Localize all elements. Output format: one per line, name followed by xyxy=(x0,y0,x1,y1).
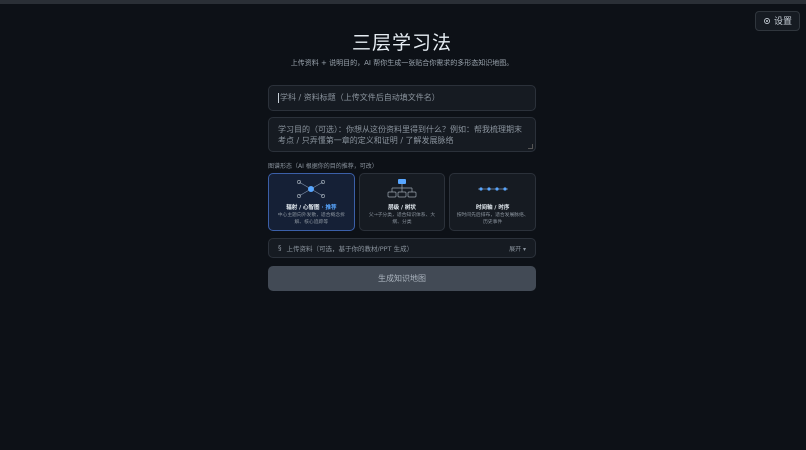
radial-map-icon xyxy=(297,180,326,198)
top-bar xyxy=(0,0,806,4)
card-tree-title: 层级 / 树状 xyxy=(388,205,416,211)
settings-button[interactable]: 设置 xyxy=(754,11,800,31)
title-input[interactable]: 学科 / 资料标题（上传文件后自动填文件名） xyxy=(268,85,536,111)
expand-toggle[interactable]: 展开 ▾ xyxy=(509,244,526,253)
card-timeline[interactable]: 时间轴 / 时序 按时间先后排布，适合发展脉络、历史事件 xyxy=(449,173,537,231)
purpose-textarea[interactable]: 学习目的（可选）：你想从这份资料里得到什么？例如：帮我梳理期末考点 / 只弄懂第… xyxy=(268,117,536,152)
tree-map-icon xyxy=(387,179,417,198)
page-subtitle: 上传资料 + 说明目的，AI 帮你生成一张贴合你需求的多形态知识地图。 xyxy=(290,59,514,67)
gear-icon xyxy=(764,18,770,24)
resize-handle[interactable] xyxy=(528,144,533,149)
card-radial-title: 辐射 / 心智图 · 推荐 xyxy=(286,205,337,211)
card-tree-desc: 父→子分类，适合知识体系、大纲、分类 xyxy=(368,213,436,225)
map-form-label: 图谱形态（AI 根据你的目的推荐，可改） xyxy=(268,163,378,170)
card-radial[interactable]: 辐射 / 心智图 · 推荐 中心主题向外发散，适合概念拆解、核心追踪等 xyxy=(268,173,355,231)
page-title: 三层学习法 xyxy=(351,32,452,54)
purpose-placeholder: 学习目的（可选）：你想从这份资料里得到什么？例如：帮我梳理期末考点 / 只弄懂第… xyxy=(278,125,522,145)
upload-toggle[interactable]: § 上传资料（可选，基于你的教材/PPT 生成） 展开 ▾ xyxy=(268,238,536,258)
card-timeline-desc: 按时间先后排布，适合发展脉络、历史事件 xyxy=(456,213,529,225)
paperclip-icon: § xyxy=(278,244,282,252)
card-timeline-title: 时间轴 / 时序 xyxy=(476,205,510,211)
card-radial-desc: 中心主题向外发散，适合概念拆解、核心追踪等 xyxy=(277,213,345,225)
settings-label: 设置 xyxy=(773,16,792,26)
card-tree[interactable]: 层级 / 树状 父→子分类，适合知识体系、大纲、分类 xyxy=(358,173,446,231)
generate-map-button[interactable]: 生成知识地图 xyxy=(268,266,536,291)
timeline-icon xyxy=(477,187,508,191)
map-form-options: 辐射 / 心智图 · 推荐 中心主题向外发散，适合概念拆解、核心追踪等 层级 /… xyxy=(268,173,537,231)
upload-label: 上传资料（可选，基于你的教材/PPT 生成） xyxy=(286,245,414,253)
